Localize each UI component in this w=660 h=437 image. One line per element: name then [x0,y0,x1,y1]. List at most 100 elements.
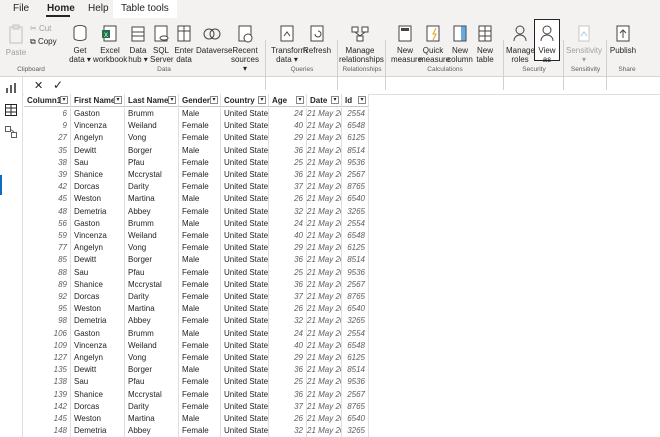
table-cell[interactable]: 92 [24,291,71,304]
table-cell[interactable]: United States [221,352,269,365]
table-cell[interactable]: 8765 [342,291,369,304]
table-cell[interactable]: 21 May 2015 [307,291,342,304]
table-cell[interactable]: 29 [269,132,307,145]
filter-dropdown-icon[interactable]: ▾ [60,96,68,104]
table-cell[interactable]: 21 May 2015 [307,205,342,218]
table-cell[interactable]: Borger [125,254,179,267]
table-cell[interactable]: 2554 [342,217,369,230]
table-cell[interactable]: 2567 [342,388,369,401]
table-cell[interactable]: 95 [24,303,71,316]
table-row[interactable]: 77 Angelyn Vong Female United States 29 21 May… [24,242,369,255]
commit-icon[interactable]: ✓ [53,78,63,92]
table-cell[interactable]: Demetria [71,205,125,218]
table-row[interactable]: 138SauPfauFemaleUnited States2521 May 20… [24,376,369,389]
table-cell[interactable]: 2567 [342,169,369,182]
column-header[interactable]: Column1 ▾ [24,94,71,107]
table-cell[interactable]: 36 [269,388,307,401]
table-row[interactable]: 85 Dewitt Borger Male United States 36 21 May … [24,254,369,267]
table-cell[interactable]: Male [179,217,221,230]
table-cell[interactable]: 36 [269,144,307,157]
table-cell[interactable]: Darity [125,181,179,194]
model-view-button[interactable] [5,125,17,143]
table-cell[interactable]: Vincenza [71,120,125,133]
table-cell[interactable]: Shanice [71,388,125,401]
transform-data-button[interactable]: Transform data ▾ [271,24,307,64]
publish-button[interactable]: Publish [609,24,637,55]
table-cell[interactable]: 88 [24,266,71,279]
table-cell[interactable]: Female [179,425,221,437]
column-header[interactable]: Country ▾ [221,94,269,107]
table-cell[interactable]: 27 [24,132,71,145]
filter-dropdown-icon[interactable]: ▾ [210,96,218,104]
table-row[interactable]: 9 Vincenza Weiland Female United States 40 21 … [24,120,369,133]
table-cell[interactable]: Female [179,205,221,218]
enter-data-button[interactable]: Enter data [173,24,195,64]
table-row[interactable]: 127 Angelyn Vong Female United States 29 21 Ma… [24,352,369,365]
table-cell[interactable]: 42 [24,181,71,194]
table-cell[interactable]: 21 May 2015 [307,193,342,206]
filter-dropdown-icon[interactable]: ▾ [296,96,304,104]
table-cell[interactable]: Male [179,327,221,340]
table-cell[interactable]: Brumm [125,108,179,121]
table-cell[interactable]: Angelyn [71,242,125,255]
table-cell[interactable]: 24 [269,108,307,121]
table-cell[interactable]: Male [179,364,221,377]
table-cell[interactable]: 21 May 2015 [307,388,342,401]
table-cell[interactable]: 36 [269,364,307,377]
table-cell[interactable]: United States [221,400,269,413]
table-cell[interactable]: 21 May 2015 [307,217,342,230]
table-row[interactable]: 27 Angelyn Vong Female United States 29 21 May… [24,132,369,145]
excel-workbook-button[interactable]: X Excel workbook [93,24,127,64]
table-cell[interactable]: Mccrystal [125,388,179,401]
table-cell[interactable]: United States [221,156,269,169]
table-cell[interactable]: 9536 [342,376,369,389]
table-cell[interactable]: Dewitt [71,254,125,267]
column-header[interactable]: Date ▾ [307,94,342,107]
table-cell[interactable]: United States [221,278,269,291]
table-cell[interactable]: Demetria [71,315,125,328]
table-row[interactable]: 145 Weston Martina Male United States 26 21 Ma… [24,413,369,426]
table-cell[interactable]: Brumm [125,327,179,340]
copy-button[interactable]: ⧉ Copy [30,37,57,47]
table-cell[interactable]: 6540 [342,193,369,206]
table-row[interactable]: 98 Demetria Abbey Female United States 32 21 M… [24,315,369,328]
table-cell[interactable]: Weston [71,303,125,316]
table-cell[interactable]: Female [179,291,221,304]
table-cell[interactable]: 36 [269,169,307,182]
table-cell[interactable]: 21 May 2015 [307,230,342,243]
table-cell[interactable]: 40 [269,339,307,352]
table-cell[interactable]: Darity [125,400,179,413]
table-cell[interactable]: Female [179,266,221,279]
table-cell[interactable]: Martina [125,193,179,206]
table-cell[interactable]: 127 [24,352,71,365]
table-row[interactable]: 148 Demetria Abbey Female United States 32 21 … [24,425,369,437]
table-cell[interactable]: 89 [24,278,71,291]
table-cell[interactable]: 6125 [342,242,369,255]
manage-roles-button[interactable]: Manage roles [506,24,535,64]
table-cell[interactable]: Abbey [125,315,179,328]
table-cell[interactable]: United States [221,205,269,218]
table-cell[interactable]: 6548 [342,339,369,352]
table-cell[interactable]: Mccrystal [125,169,179,182]
table-cell[interactable]: 39 [24,169,71,182]
table-row[interactable]: 45 Weston Martina Male United States 26 21 May… [24,193,369,206]
table-cell[interactable]: United States [221,242,269,255]
table-cell[interactable]: 21 May 2015 [307,352,342,365]
table-cell[interactable]: Male [179,144,221,157]
table-cell[interactable]: 21 May 2015 [307,254,342,267]
table-cell[interactable]: Vong [125,242,179,255]
table-cell[interactable]: Dewitt [71,364,125,377]
table-cell[interactable]: Mccrystal [125,278,179,291]
table-cell[interactable]: 21 May 2015 [307,315,342,328]
tab-help[interactable]: Help [88,3,109,14]
table-cell[interactable]: 142 [24,400,71,413]
data-view-button[interactable] [5,103,17,121]
table-cell[interactable]: 26 [269,303,307,316]
table-cell[interactable]: 145 [24,413,71,426]
table-cell[interactable]: Dorcas [71,291,125,304]
column-header[interactable]: First Name ▾ [71,94,125,107]
table-cell[interactable]: Female [179,388,221,401]
tab-table-tools[interactable]: Table tools [113,0,177,18]
table-row[interactable]: 89 Shanice Mccrystal Female United States 36 2… [24,278,369,291]
new-table-button[interactable]: New table [473,24,497,64]
